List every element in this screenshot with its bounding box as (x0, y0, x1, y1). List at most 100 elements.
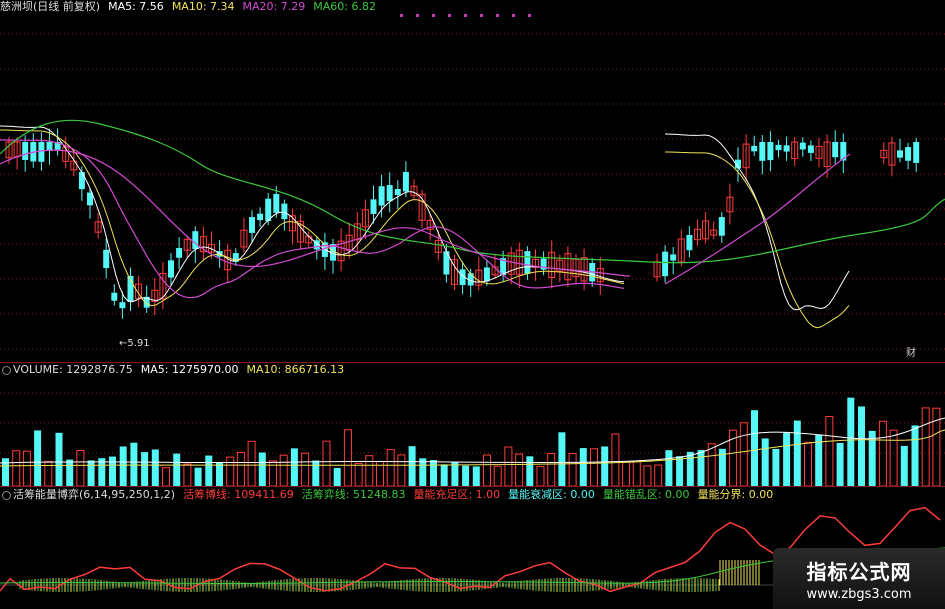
candle-down (783, 145, 790, 152)
header-marker (512, 14, 515, 17)
volume-bar-up (22, 450, 31, 486)
volume-chart[interactable] (0, 378, 945, 486)
candle-down (192, 231, 199, 250)
volume-bar-down (66, 459, 74, 486)
volume-bar-down (772, 448, 780, 486)
price-candles (5, 128, 920, 319)
volume-bar-down (847, 397, 855, 486)
energy-chaos-readout: 量能错乱区: 0.00 (602, 488, 690, 501)
volume-bar-up (343, 429, 352, 486)
settings-icon[interactable] (2, 490, 11, 500)
header-marker (400, 14, 403, 17)
volume-bar-up (921, 407, 930, 486)
volume-bar-down (151, 449, 159, 486)
volume-bar-down (408, 446, 416, 486)
volume-bar-down (665, 450, 673, 486)
header-marker (496, 14, 499, 17)
energy-full-readout: 量能充足区: 1.00 (413, 488, 501, 501)
volume-bar-down (430, 460, 437, 486)
stock-title[interactable]: 慈洲坝(日线 前复权) (0, 0, 100, 14)
header-marker (528, 14, 531, 17)
volume-bar-down (900, 445, 908, 486)
indicator-name: 活筹能量博弈(6,14,95,250,1,2) (13, 488, 176, 501)
volume-bar-down (472, 466, 480, 486)
candle-down (22, 142, 29, 160)
ma5-readout: MA5: 7.56 (108, 0, 164, 13)
candle-down (913, 142, 920, 163)
volume-bar-up (76, 449, 85, 486)
volume-bar-down (676, 456, 684, 486)
ma5-line (664, 133, 850, 311)
volume-bar-down (462, 465, 470, 486)
candle-down (273, 193, 280, 213)
volume-bar-up (889, 429, 898, 486)
header-marker (480, 14, 483, 17)
volume-bar-up (12, 450, 21, 486)
candle-down (767, 142, 774, 161)
volume-bar-down (451, 461, 459, 486)
volume-bar-down (601, 446, 609, 486)
candle-down (670, 254, 677, 261)
candle-down (832, 142, 839, 158)
volume-bar-up (547, 453, 556, 486)
volume-bar-up (397, 454, 406, 486)
volume-bar-down (173, 453, 181, 486)
ma10-line (665, 151, 850, 329)
volume-bar-down (751, 410, 758, 486)
ma20-readout: MA20: 7.29 (242, 0, 306, 13)
volume-bar-down (194, 467, 202, 486)
volume-bar-down (141, 452, 149, 486)
candle-down (111, 292, 118, 301)
volume-bar-up (611, 433, 620, 486)
volume-bar-up (590, 448, 598, 486)
candle-down (78, 172, 85, 190)
volume-bar-up (279, 454, 288, 486)
volume-bar-down (686, 451, 694, 486)
volume-bar-down (130, 442, 138, 486)
volume-bar-down (440, 464, 448, 486)
candle-down (751, 145, 758, 152)
volume-bar-down (526, 456, 534, 486)
volume-bar-up (247, 440, 256, 486)
pane-separator (0, 486, 945, 487)
ma10-readout: MA10: 7.34 (171, 0, 235, 13)
volume-bar-up (739, 422, 748, 486)
price-chart[interactable]: ←5.91 财 (0, 14, 945, 362)
volume-bar-down (419, 458, 427, 486)
volume-bar-up (226, 456, 235, 486)
watermark-url: www.zbgs3.com (806, 586, 912, 602)
volume-header: VOLUME: 1292876.75 MA5: 1275970.00 MA10:… (0, 363, 352, 377)
volume-bar-down (558, 432, 566, 486)
volume-ma5-readout: MA5: 1275970.00 (140, 363, 239, 376)
volume-bar-up (643, 465, 652, 486)
volume-ma10-readout: MA10: 866716.13 (246, 363, 345, 376)
volume-bar-down (793, 420, 801, 486)
candle-down (176, 248, 183, 258)
candle-down (897, 150, 903, 158)
main-header: 慈洲坝(日线 前复权) MA5: 7.56 MA10: 7.34 MA20: 7… (0, 0, 384, 14)
candle-down (249, 217, 255, 233)
volume-bar-down (258, 452, 266, 486)
candle-down (686, 235, 693, 251)
energy-decay-readout: 量能衰减区: 0.00 (508, 488, 595, 501)
volume-bar-down (836, 442, 844, 486)
settings-icon[interactable] (2, 365, 11, 375)
ma20-line (0, 139, 625, 299)
candle-down (799, 142, 806, 150)
volume-bar-down (205, 455, 213, 486)
volume-bar-up (632, 461, 641, 486)
volume-bar-up (804, 441, 812, 486)
volume-bar-down (34, 430, 42, 486)
header-marker (416, 14, 419, 17)
candle-down (103, 249, 110, 269)
candle-down (119, 302, 126, 309)
candle-down (662, 251, 669, 277)
side-label: 财 (906, 346, 916, 359)
candle-down (483, 267, 490, 282)
volume-bar-down (290, 448, 298, 486)
candle-down (281, 203, 288, 220)
volume-bar-up (236, 451, 245, 486)
volume-bar-up (878, 420, 887, 486)
volume-bar-down (333, 467, 341, 486)
volume-bar-up (365, 455, 374, 486)
